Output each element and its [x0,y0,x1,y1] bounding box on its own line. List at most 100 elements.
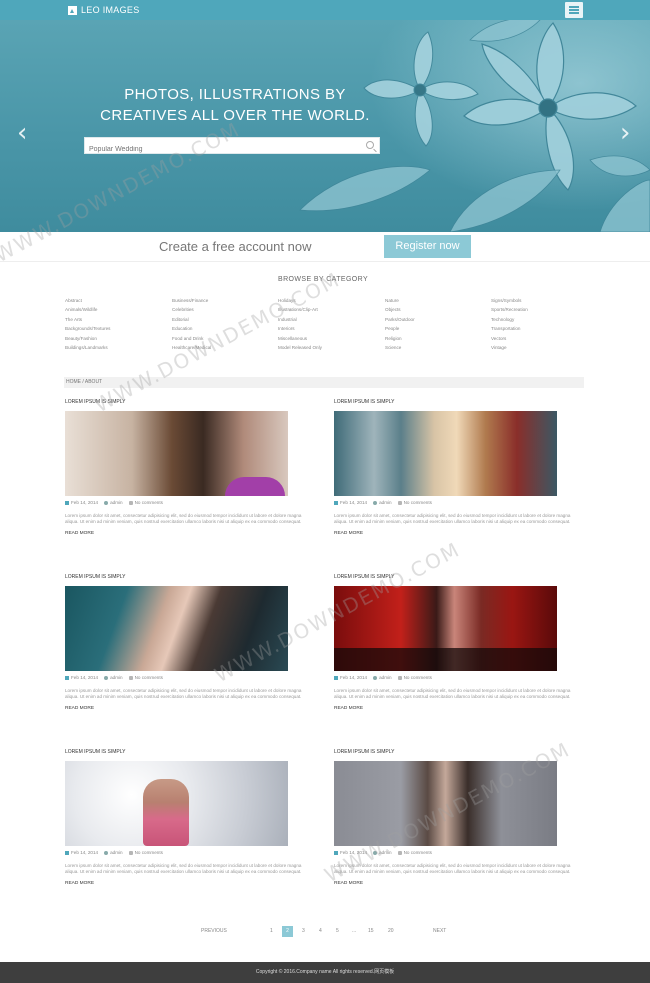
page-link[interactable]: 4 [319,926,322,937]
post-excerpt: Lorem ipsum dolor sit amet, consectetur … [334,863,571,875]
category-link[interactable]: Holidays [278,296,322,305]
post-comments[interactable]: No comments [128,500,163,505]
category-link[interactable]: Signs/Symbols [491,296,528,305]
read-more-link[interactable]: READ MORE [334,531,584,536]
read-more-link[interactable]: READ MORE [334,881,584,886]
read-more-link[interactable]: READ MORE [334,706,584,711]
category-link[interactable]: Celebrities [172,305,211,314]
post-author[interactable]: admin [373,850,392,855]
calendar-icon [334,500,338,505]
post-date-text: Feb 14, 2014 [71,500,99,505]
category-link[interactable]: Beauty/Fashion [65,334,110,343]
post-photo[interactable] [65,586,288,671]
post-photo[interactable] [65,761,288,846]
page-link[interactable]: 5 [336,926,339,937]
category-link[interactable]: Healthcare/Medical [172,343,211,352]
calendar-icon [65,500,69,505]
post-excerpt: Lorem ipsum dolor sit amet, consectetur … [65,513,302,525]
category-link[interactable]: Transportation [491,324,528,333]
post-comments-text: No comments [403,500,432,505]
cta-text: Create a free account now [159,239,312,254]
category-link[interactable]: Vectors [491,334,528,343]
page-link[interactable]: 20 [388,926,394,937]
page-link[interactable]: 15 [368,926,374,937]
post-comments[interactable]: No comments [397,500,432,505]
comment-icon [128,675,133,680]
post-title[interactable]: LOREM IPSUM IS SIMPLY [334,574,584,583]
page-ellipsis: ... [352,928,357,934]
top-navbar: LEO IMAGES [0,0,650,20]
read-more-link[interactable]: READ MORE [65,881,315,886]
post-excerpt: Lorem ipsum dolor sit amet, consectetur … [65,688,302,700]
post-photo[interactable] [334,761,557,846]
category-link[interactable]: Illustrations/Clip-Art [278,305,322,314]
post-author[interactable]: admin [104,675,123,680]
category-link[interactable]: The Arts [65,315,110,324]
category-link[interactable]: Backgrounds/Textures [65,324,110,333]
post-meta: Feb 14, 2014 admin No comments [65,850,315,855]
post-title[interactable]: LOREM IPSUM IS SIMPLY [334,749,584,758]
image-icon [68,5,77,15]
post-comments[interactable]: No comments [397,675,432,680]
category-link[interactable]: Miscellaneous [278,334,322,343]
post-author-text: admin [110,675,123,680]
post-photo[interactable] [65,411,288,496]
read-more-link[interactable]: READ MORE [65,531,315,536]
user-icon [373,500,378,505]
post-author[interactable]: admin [373,675,392,680]
post-title[interactable]: LOREM IPSUM IS SIMPLY [65,749,315,758]
category-link[interactable]: People [385,324,415,333]
post-date: Feb 14, 2014 [65,675,98,680]
post-photo[interactable] [334,586,557,671]
carousel-prev-arrow-icon[interactable]: ‹ [17,120,27,146]
post-title[interactable]: LOREM IPSUM IS SIMPLY [65,574,315,583]
post-author[interactable]: admin [104,850,123,855]
category-link[interactable]: Parks/Outdoor [385,315,415,324]
pagination-next[interactable]: NEXT [433,926,446,937]
comment-icon [397,500,402,505]
post-comments[interactable]: No comments [128,850,163,855]
brand-logo[interactable]: LEO IMAGES [68,4,140,16]
category-link[interactable]: Animals/Wildlife [65,305,110,314]
category-link[interactable]: Education [172,324,211,333]
post-photo[interactable] [334,411,557,496]
carousel-next-arrow-icon[interactable]: › [620,120,630,146]
hamburger-menu-button[interactable] [565,2,583,18]
post-author[interactable]: admin [104,500,123,505]
category-link[interactable]: Industrial [278,315,322,324]
user-icon [104,500,109,505]
category-link[interactable]: Sports/Recreation [491,305,528,314]
register-button[interactable]: Register now [384,235,471,258]
post-comments-text: No comments [403,675,432,680]
category-link[interactable]: Vintage [491,343,528,352]
post-comments[interactable]: No comments [397,850,432,855]
category-link[interactable]: Nature [385,296,415,305]
category-link[interactable]: Objects [385,305,415,314]
search-icon[interactable] [366,141,374,149]
post-meta: Feb 14, 2014 admin No comments [65,500,315,505]
category-link[interactable]: Business/Finance [172,296,211,305]
page-link[interactable]: 3 [302,926,305,937]
category-link[interactable]: Technology [491,315,528,324]
post-title[interactable]: LOREM IPSUM IS SIMPLY [334,399,584,408]
search-input[interactable] [85,142,355,157]
category-link[interactable]: Food and Drink [172,334,211,343]
category-link[interactable]: Religion [385,334,415,343]
post-date: Feb 14, 2014 [334,500,367,505]
category-link[interactable]: Model Released Only [278,343,322,352]
read-more-link[interactable]: READ MORE [65,706,315,711]
menu-icon-bar [569,6,579,8]
category-link[interactable]: Abstract [65,296,110,305]
category-link[interactable]: Interiors [278,324,322,333]
post-author[interactable]: admin [373,500,392,505]
post-title[interactable]: LOREM IPSUM IS SIMPLY [65,399,315,408]
post-comments[interactable]: No comments [128,675,163,680]
page-link[interactable]: 1 [270,926,273,937]
category-link[interactable]: Buildings/Landmarks [65,343,110,352]
breadcrumb[interactable]: HOME / ABOUT [64,377,584,388]
category-link[interactable]: Editorial [172,315,211,324]
pagination-previous[interactable]: PREVIOUS [201,926,227,937]
calendar-icon [65,675,69,680]
category-link[interactable]: Science [385,343,415,352]
page-link-current[interactable]: 2 [282,926,293,937]
